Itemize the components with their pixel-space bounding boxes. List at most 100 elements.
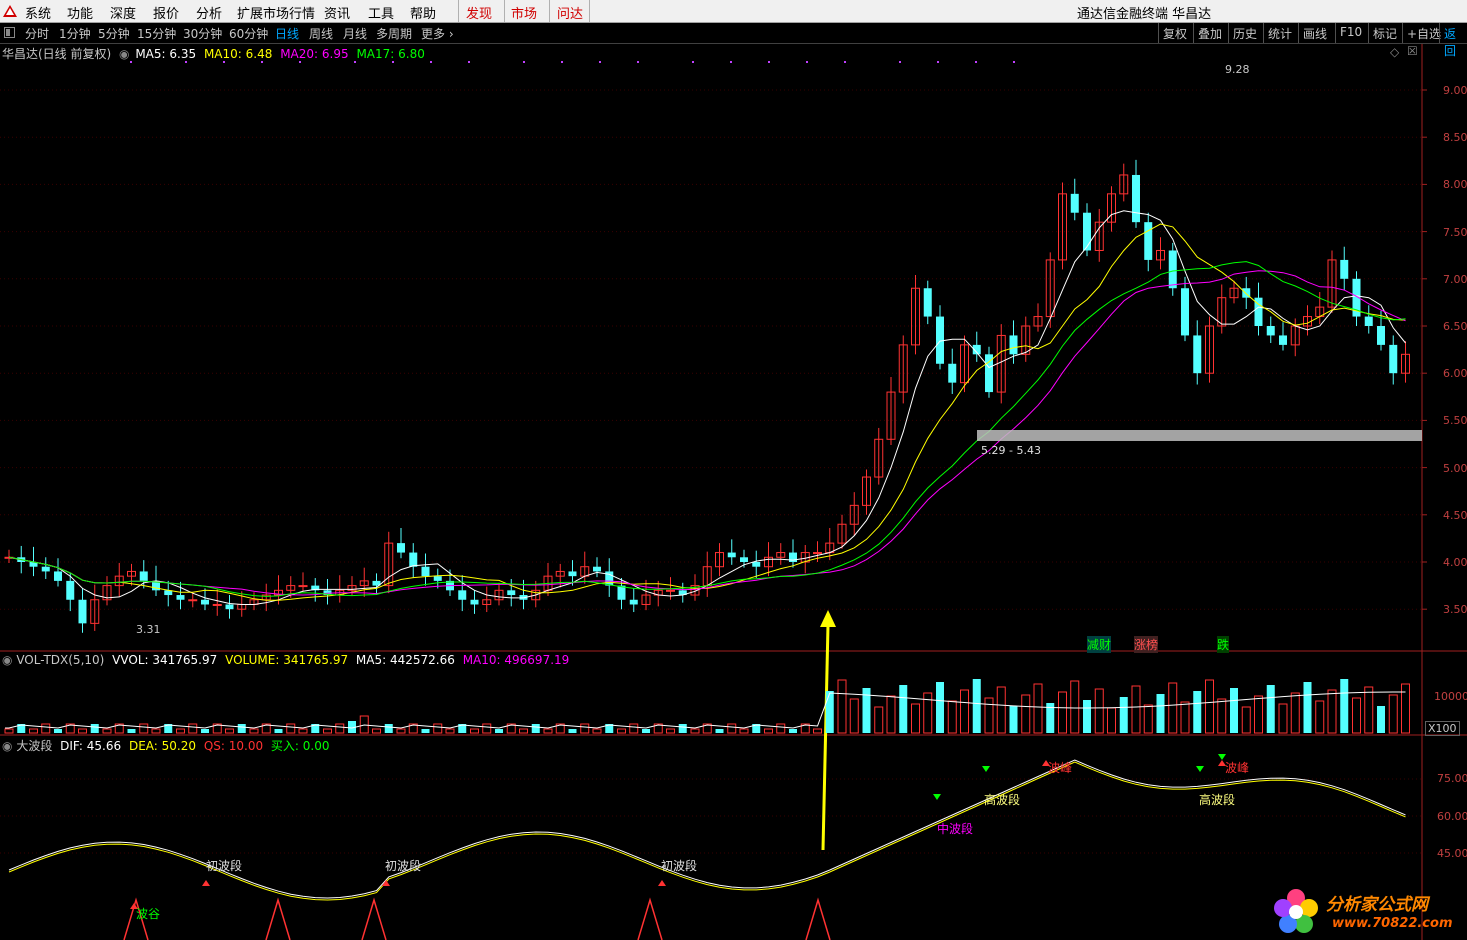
diamond-icon[interactable]: ◇ — [1390, 45, 1399, 59]
volume-bar-up — [1315, 700, 1325, 734]
volume-bar-up — [1033, 683, 1043, 734]
watermark-logo: 分析家公式网 www.70822.com — [1268, 884, 1467, 940]
candle-body-down — [1168, 250, 1177, 289]
label-chubo-1: 初波段 — [206, 859, 243, 873]
candle-body-up — [813, 552, 822, 555]
candle-body-down — [176, 595, 185, 600]
volume-bar-up — [1070, 680, 1080, 734]
top-mark — [430, 61, 432, 63]
volume-bar-up — [188, 723, 198, 734]
candle-body-down — [936, 316, 944, 364]
label-bofeng-1: 波峰 — [1048, 761, 1073, 775]
price-tick: 3.50 — [1443, 603, 1467, 617]
volume-bar-up — [543, 728, 553, 734]
volume-bar-down — [421, 729, 430, 733]
top-mark — [975, 61, 977, 63]
top-mark — [637, 61, 639, 63]
support-band — [977, 430, 1422, 441]
candle-body-down — [1364, 316, 1373, 326]
ma17-line — [8, 261, 1406, 597]
volume-bar-down — [384, 724, 393, 733]
flower-logo-icon — [1274, 889, 1318, 933]
price-tick: 4.50 — [1443, 508, 1467, 522]
volume-bar-up — [1217, 698, 1227, 734]
volume-bar-down — [972, 679, 981, 733]
volume-bar-down — [54, 729, 62, 733]
price-tick: 4.00 — [1443, 556, 1467, 569]
event-tag-die[interactable]: 跌 — [1217, 636, 1230, 653]
ma10-value: MA10: 6.48 — [203, 47, 273, 61]
candle-body-down — [409, 552, 418, 567]
volume-bar-up — [482, 723, 492, 734]
qs-value: QS: 10.00 — [203, 739, 264, 753]
up-arrow-icon — [658, 880, 666, 886]
candle-body-down — [54, 571, 62, 581]
top-mark — [844, 61, 846, 63]
volume-bar-down — [936, 682, 944, 733]
top-mark — [899, 61, 901, 63]
volume-bar-down — [127, 729, 136, 733]
volume-bar-up — [1278, 703, 1288, 734]
label-bogu: 波谷 — [136, 907, 161, 921]
candle-body-down — [507, 590, 516, 596]
volume-bar-down — [237, 724, 246, 733]
volume-bar-down — [789, 729, 797, 733]
candle-body-down — [421, 566, 430, 577]
settings-icon[interactable]: ◉ — [119, 47, 129, 61]
candle-body-down — [1132, 174, 1140, 223]
indicator-panel-header: ◉ 大波段 DIF: 45.66 DEA: 50.20 QS: 10.00 买入… — [2, 737, 330, 754]
volume-bar-up — [690, 728, 700, 734]
close-panel-icon[interactable]: ☒ — [1407, 44, 1418, 58]
candle-body-down — [1193, 335, 1202, 374]
price-tick: 6.50 — [1443, 320, 1467, 333]
candle-body-down — [1009, 335, 1018, 355]
price-tick: 8.00 — [1443, 178, 1467, 192]
ind-tick-75: 75.00 — [1437, 772, 1467, 785]
vol-settings-icon[interactable]: ◉ — [2, 653, 12, 667]
volume-bar-up — [1254, 695, 1263, 734]
ind-settings-icon[interactable]: ◉ — [2, 739, 12, 753]
candle-body-down — [923, 288, 932, 317]
volume-value: VOLUME: 341765.97 — [225, 653, 349, 667]
vol-unit-label: X100 — [1425, 721, 1460, 736]
volume-bar-down — [1303, 682, 1312, 733]
candle-body-down — [1070, 193, 1079, 213]
volume-bar-up — [286, 723, 296, 734]
price-tick: 5.00 — [1443, 461, 1467, 475]
event-tag-zhangbang[interactable]: 涨榜 — [1134, 636, 1159, 653]
watermark-url: www.70822.com — [1332, 916, 1453, 931]
volume-bar-up — [776, 723, 786, 734]
band-range-label: 5.29 - 5.43 — [981, 444, 1041, 457]
volume-bar-down — [531, 724, 540, 733]
top-mark — [768, 61, 770, 63]
candle-body-down — [41, 566, 50, 572]
volume-bar-down — [1266, 685, 1275, 733]
volume-bar-up — [4, 728, 14, 734]
kline-chart-canvas[interactable] — [0, 0, 1467, 940]
volume-bar-up — [445, 728, 455, 734]
top-mark — [937, 61, 939, 63]
volume-bar-down — [1230, 688, 1238, 733]
price-tick: 5.50 — [1443, 414, 1467, 428]
event-tag-jiancai[interactable]: 减财 — [1087, 636, 1112, 653]
dea-value: DEA: 50.20 — [128, 739, 196, 753]
volume-bar-up — [849, 698, 859, 734]
down-arrow-icon — [982, 766, 990, 772]
main-panel-header: 华昌达(日线 前复权) ◉ MA5: 6.35 MA10: 6.48 MA20:… — [2, 45, 425, 62]
volume-bar-down — [1193, 691, 1202, 733]
candle-body-down — [1279, 335, 1287, 345]
candle-body-down — [66, 580, 75, 600]
candle-body-down — [139, 571, 148, 581]
volume-bar-down — [201, 729, 209, 733]
qs-spike — [265, 897, 291, 940]
price-tick: 7.00 — [1443, 272, 1467, 286]
candle-body-down — [1389, 344, 1398, 374]
top-mark — [599, 61, 601, 63]
down-arrow-icon — [933, 794, 941, 800]
candle-body-down — [201, 599, 209, 605]
candle-body-down — [225, 604, 234, 610]
main-panel-title: 华昌达(日线 前复权) — [2, 47, 112, 61]
price-tick: 7.50 — [1443, 225, 1467, 239]
volume-bar-up — [629, 723, 639, 734]
buy-value: 买入: 0.00 — [270, 739, 330, 753]
